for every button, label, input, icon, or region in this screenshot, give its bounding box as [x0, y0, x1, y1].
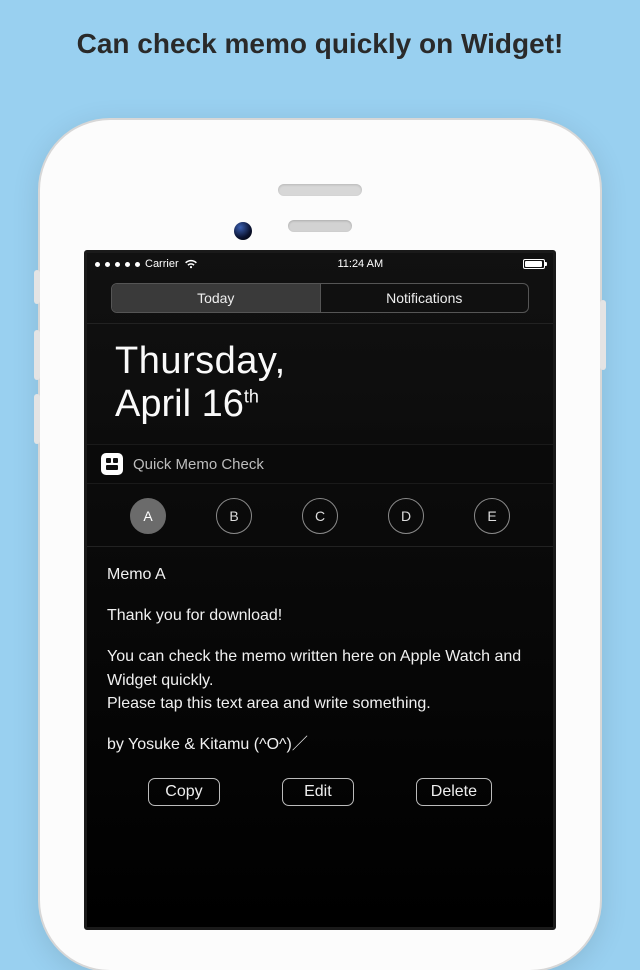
date-weekday: Thursday, [115, 340, 525, 383]
copy-button[interactable]: Copy [148, 778, 220, 806]
promo-heading: Can check memo quickly on Widget! [0, 0, 640, 60]
signal-dot-icon [95, 262, 100, 267]
widget-header: Quick Memo Check [87, 444, 553, 484]
date-header: Thursday, April 16th [87, 324, 553, 444]
phone-mute-switch [34, 270, 40, 304]
memo-tab-e[interactable]: E [474, 498, 510, 534]
date-month-day-text: April 16 [115, 383, 244, 425]
wifi-icon [184, 259, 198, 269]
edit-button[interactable]: Edit [282, 778, 354, 806]
phone-power-button [600, 300, 606, 370]
tab-today[interactable]: Today [112, 284, 321, 312]
phone-volume-up [34, 330, 40, 380]
tab-notifications[interactable]: Notifications [321, 284, 529, 312]
memo-title: Memo A [107, 563, 533, 586]
notification-center-tabs: Today Notifications [87, 275, 553, 324]
phone-frame: Carrier 11:24 AM Today Notifications [40, 120, 600, 970]
memo-tab-b[interactable]: B [216, 498, 252, 534]
memo-signoff: by Yosuke & Kitamu (^O^)／ [107, 733, 533, 756]
memo-line-thanks: Thank you for download! [107, 604, 533, 627]
phone-proximity-sensor [288, 220, 352, 232]
signal-dot-icon [115, 262, 120, 267]
memo-body[interactable]: Memo A Thank you for download! You can c… [87, 547, 553, 772]
memo-selector: A B C D E [87, 484, 553, 547]
signal-dot-icon [105, 262, 110, 267]
widget-title: Quick Memo Check [133, 456, 264, 473]
status-bar: Carrier 11:24 AM [87, 253, 553, 275]
clock-label: 11:24 AM [198, 258, 523, 270]
phone-speaker [278, 184, 362, 196]
app-icon [101, 453, 123, 475]
phone-front-camera [234, 222, 252, 240]
carrier-label: Carrier [145, 258, 179, 270]
memo-tab-d[interactable]: D [388, 498, 424, 534]
memo-tab-a[interactable]: A [130, 498, 166, 534]
date-month-day: April 16th [115, 383, 525, 426]
signal-dot-icon [135, 262, 140, 267]
delete-button[interactable]: Delete [416, 778, 492, 806]
memo-tab-c[interactable]: C [302, 498, 338, 534]
battery-icon [523, 259, 545, 269]
memo-line-instructions: You can check the memo written here on A… [107, 645, 533, 715]
phone-volume-down [34, 394, 40, 444]
phone-screen: Carrier 11:24 AM Today Notifications [84, 250, 556, 930]
date-ordinal: th [244, 386, 259, 406]
signal-dot-icon [125, 262, 130, 267]
memo-actions: Copy Edit Delete [87, 772, 553, 806]
